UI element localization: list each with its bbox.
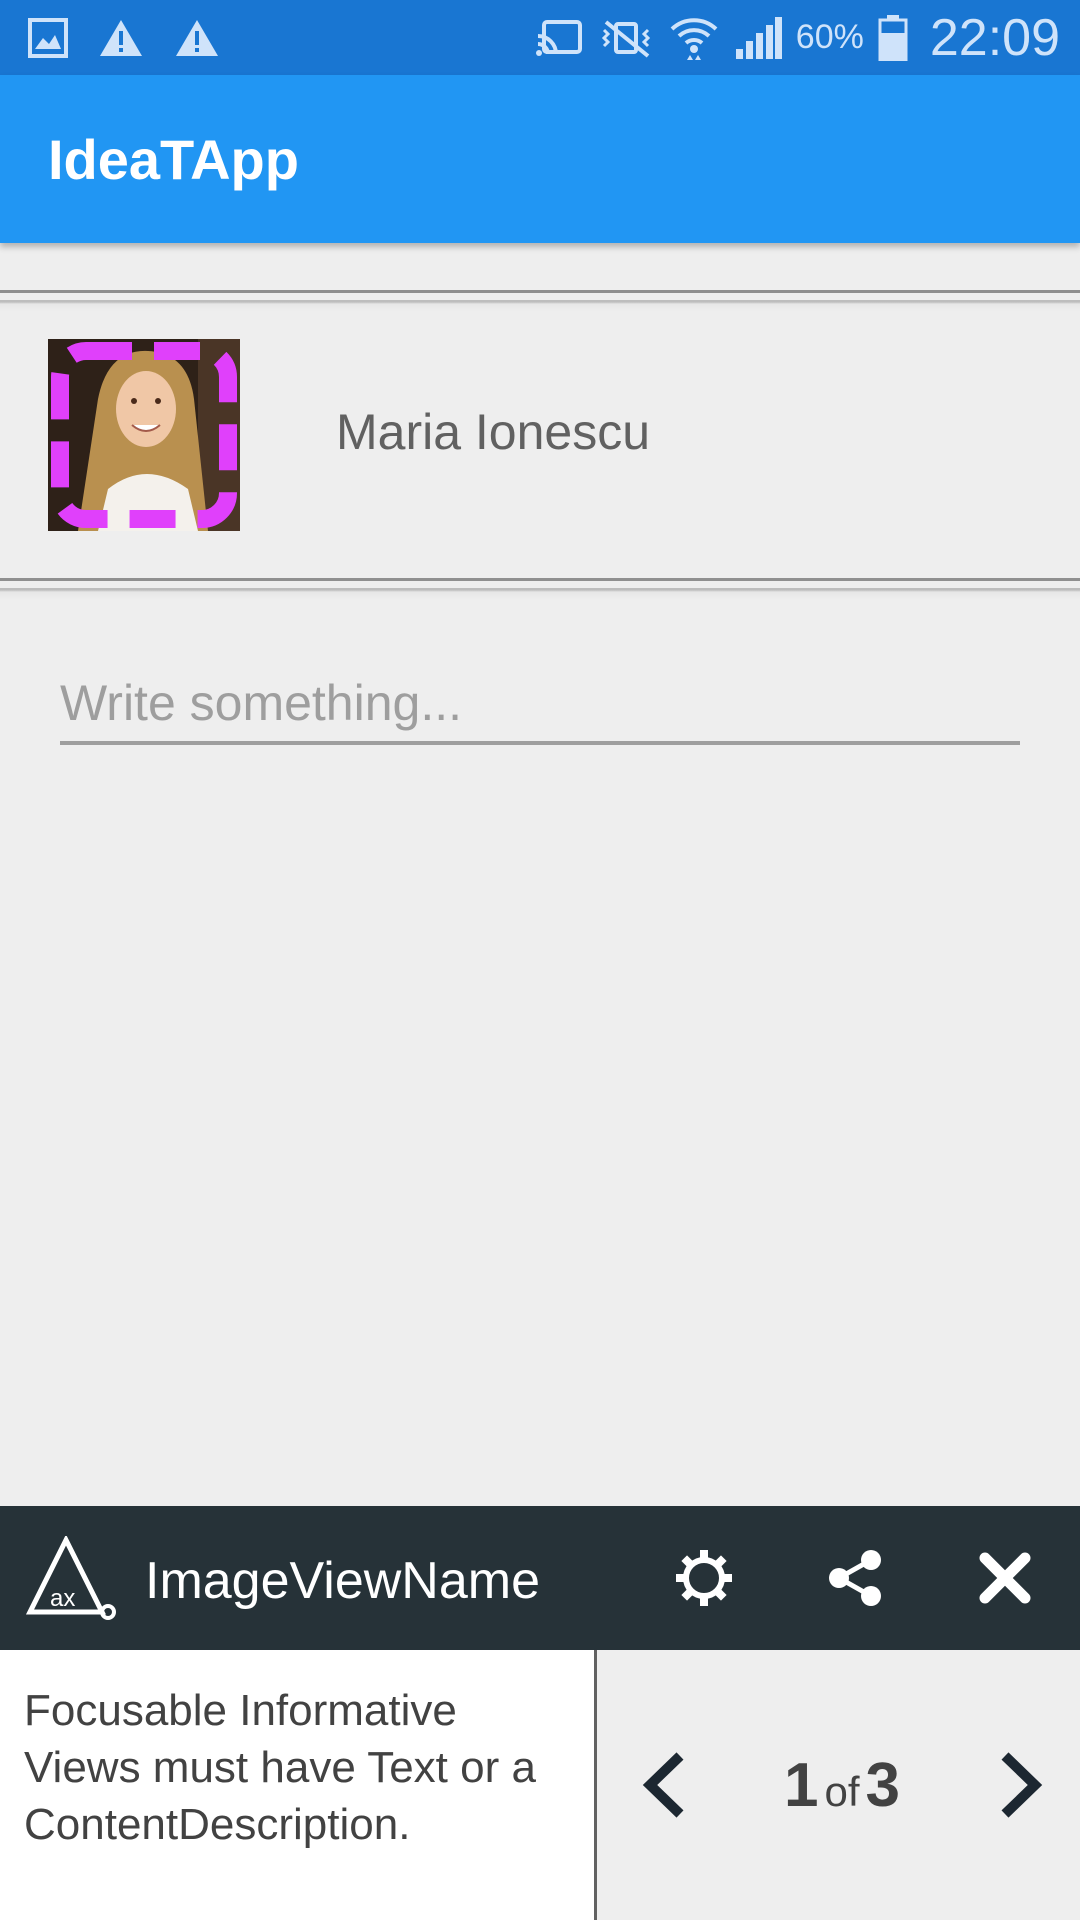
previous-issue-button[interactable] bbox=[625, 1740, 705, 1830]
issue-counter-of: of bbox=[824, 1768, 860, 1815]
chevron-left-icon bbox=[642, 1752, 684, 1818]
signal-icon bbox=[734, 16, 782, 59]
divider bbox=[0, 290, 1080, 312]
share-icon[interactable] bbox=[813, 1536, 897, 1620]
divider bbox=[0, 578, 1080, 600]
svg-text:ax: ax bbox=[50, 1585, 75, 1612]
settings-icon[interactable] bbox=[662, 1536, 746, 1620]
accessibility-issue-title: ImageViewName bbox=[145, 1552, 541, 1610]
app-bar: IdeaTApp bbox=[0, 75, 1080, 243]
warning-icon bbox=[98, 18, 144, 58]
warning-icon bbox=[174, 18, 220, 58]
app-title: IdeaTApp bbox=[48, 128, 299, 191]
avatar-photo bbox=[48, 339, 240, 531]
battery-icon bbox=[878, 14, 908, 61]
chevron-right-icon bbox=[1001, 1752, 1043, 1818]
next-issue-button[interactable] bbox=[980, 1740, 1060, 1830]
accessibility-panel-body: Focusable Informative Views must have Te… bbox=[0, 1650, 1080, 1920]
vibrate-mute-icon bbox=[598, 18, 654, 58]
status-bar-system: 60% 22:09 bbox=[534, 0, 1060, 75]
accessibility-panel-header: ax ImageViewName bbox=[0, 1506, 1080, 1650]
avatar[interactable] bbox=[48, 339, 240, 531]
status-bar: 60% 22:09 bbox=[0, 0, 1080, 75]
battery-percent: 60% bbox=[795, 18, 864, 56]
issue-counter-current: 1 bbox=[784, 1751, 819, 1820]
issue-counter-total: 3 bbox=[865, 1751, 900, 1820]
status-bar-notifications bbox=[28, 0, 220, 75]
status-time: 22:09 bbox=[929, 8, 1060, 67]
gallery-icon bbox=[28, 17, 68, 58]
cast-icon bbox=[534, 18, 584, 58]
wifi-icon bbox=[668, 15, 720, 61]
close-icon[interactable] bbox=[963, 1536, 1047, 1620]
issue-navigation: 1 of3 bbox=[594, 1650, 1080, 1920]
issue-counter: 1 of3 bbox=[767, 1750, 917, 1821]
write-something-input[interactable] bbox=[60, 665, 1020, 745]
accessibility-issue-message: Focusable Informative Views must have Te… bbox=[24, 1686, 536, 1849]
ax-logo-icon: ax bbox=[25, 1534, 116, 1622]
profile-name: Maria Ionescu bbox=[336, 404, 651, 460]
